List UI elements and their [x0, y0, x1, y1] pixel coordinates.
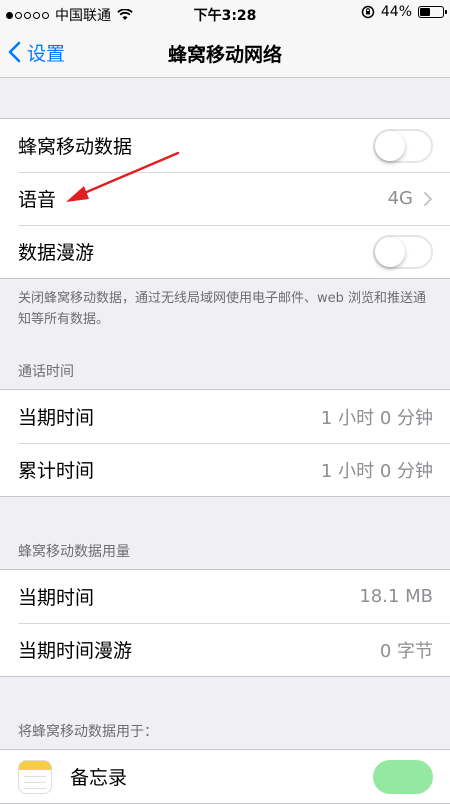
settings-content: 蜂窝移动数据 语音 4G 数据漫游 关闭蜂窝移动数据，通过无线局域网使用电子邮件… — [0, 78, 450, 804]
orientation-lock-icon — [361, 5, 375, 19]
voice-label: 语音 — [18, 189, 57, 211]
row-value: 1 小时 0 分钟 — [320, 407, 433, 429]
data-usage-current-row: 当期时间 18.1 MB — [0, 570, 450, 623]
battery-icon — [418, 6, 447, 18]
cellular-footer-note: 关闭蜂窝移动数据，通过无线局域网使用电子邮件、web 浏览和推送通知等所有数据。 — [18, 291, 427, 327]
toggle-knob — [375, 130, 405, 161]
cellular-data-label: 蜂窝移动数据 — [18, 136, 133, 158]
apps-group: 备忘录 — [0, 749, 450, 804]
voice-row[interactable]: 语音 4G — [0, 172, 450, 225]
notes-icon — [18, 759, 52, 794]
top-spacer — [0, 78, 450, 118]
row-value: 1 小时 0 分钟 — [320, 460, 433, 482]
row-label: 当期时间 — [18, 587, 95, 609]
cellular-settings-group: 蜂窝移动数据 语音 4G 数据漫游 — [0, 118, 450, 279]
data-usage-roaming-row: 当期时间漫游 0 字节 — [0, 623, 450, 676]
notes-toggle[interactable] — [373, 759, 433, 794]
cellular-data-toggle[interactable] — [373, 128, 433, 163]
toggle-knob — [375, 236, 405, 267]
status-bar: 中国联通 下午3:28 44% — [0, 0, 450, 28]
data-roaming-row: 数据漫游 — [0, 225, 450, 278]
page-title: 蜂窝移动网络 — [167, 44, 282, 66]
status-right: 44% — [361, 4, 447, 20]
call-time-header: 通话时间 — [18, 364, 74, 380]
row-value: 18.1 MB — [359, 586, 433, 607]
row-label: 当期时间漫游 — [18, 640, 133, 662]
cellular-data-row: 蜂窝移动数据 — [0, 119, 450, 172]
call-time-group: 当期时间 1 小时 0 分钟 累计时间 1 小时 0 分钟 — [0, 389, 450, 497]
call-time-total-row: 累计时间 1 小时 0 分钟 — [0, 443, 450, 496]
call-time-current-row: 当期时间 1 小时 0 分钟 — [0, 390, 450, 443]
navigation-bar: 设置 蜂窝移动网络 — [0, 28, 450, 78]
data-usage-group: 当期时间 18.1 MB 当期时间漫游 0 字节 — [0, 569, 450, 677]
voice-value: 4G — [387, 188, 413, 209]
data-roaming-toggle[interactable] — [373, 234, 433, 269]
app-label: 备忘录 — [70, 767, 128, 789]
battery-percent: 44% — [380, 4, 412, 20]
row-label: 累计时间 — [18, 460, 95, 482]
data-usage-header: 蜂窝移动数据用量 — [18, 544, 130, 560]
apps-header: 将蜂窝移动数据用于： — [18, 724, 158, 740]
row-label: 当期时间 — [18, 407, 95, 429]
chevron-right-icon — [424, 191, 432, 206]
data-roaming-label: 数据漫游 — [18, 242, 95, 264]
row-value: 0 字节 — [379, 640, 433, 662]
app-row-notes: 备忘录 — [0, 750, 450, 803]
